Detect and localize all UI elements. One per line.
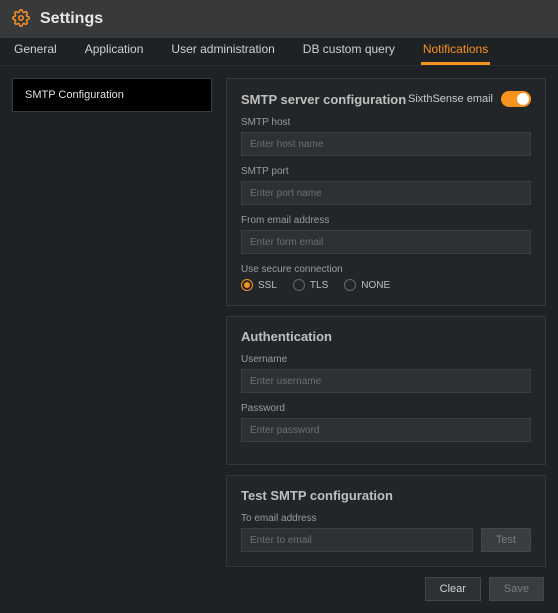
clear-button[interactable]: Clear (425, 577, 481, 601)
smtp-port-label: SMTP port (241, 166, 531, 177)
titlebar: Settings (0, 0, 558, 38)
main: SMTP Configuration SMTP server configura… (0, 66, 558, 613)
sixthsense-email-toggle-wrap: SixthSense email (408, 91, 531, 107)
radio-none[interactable]: NONE (344, 279, 390, 291)
panel-title-smtp: SMTP server configuration (241, 92, 406, 107)
save-button[interactable]: Save (489, 577, 544, 601)
radio-none-label: NONE (361, 280, 390, 291)
radio-dot-icon (241, 279, 253, 291)
smtp-port-input[interactable] (241, 181, 531, 205)
username-input[interactable] (241, 369, 531, 393)
tab-general[interactable]: General (12, 42, 59, 65)
from-email-input[interactable] (241, 230, 531, 254)
panel-authentication: Authentication Username Password (226, 316, 546, 465)
radio-dot-icon (293, 279, 305, 291)
sidebar-item-smtp-configuration[interactable]: SMTP Configuration (12, 78, 212, 112)
test-button[interactable]: Test (481, 528, 531, 552)
tabs: General Application User administration … (0, 38, 558, 66)
sixthsense-email-toggle[interactable] (501, 91, 531, 107)
username-label: Username (241, 354, 531, 365)
radio-ssl[interactable]: SSL (241, 279, 277, 291)
secure-connection-label: Use secure connection (241, 264, 531, 275)
smtp-host-label: SMTP host (241, 117, 531, 128)
footer-buttons: Clear Save (226, 577, 546, 601)
content: SMTP server configuration SixthSense ema… (226, 78, 546, 601)
secure-connection-options: SSL TLS NONE (241, 279, 531, 291)
radio-tls-label: TLS (310, 280, 328, 291)
tab-db-custom-query[interactable]: DB custom query (301, 42, 397, 65)
page-title: Settings (40, 10, 103, 28)
password-input[interactable] (241, 418, 531, 442)
tab-notifications[interactable]: Notifications (421, 42, 490, 65)
gear-icon (12, 9, 30, 30)
radio-dot-icon (344, 279, 356, 291)
from-email-label: From email address (241, 215, 531, 226)
to-email-input[interactable] (241, 528, 473, 552)
to-email-label: To email address (241, 513, 531, 524)
tab-user-administration[interactable]: User administration (169, 42, 276, 65)
panel-test-smtp: Test SMTP configuration To email address… (226, 475, 546, 567)
tab-application[interactable]: Application (83, 42, 146, 65)
panel-smtp-server: SMTP server configuration SixthSense ema… (226, 78, 546, 306)
panel-title-auth: Authentication (241, 329, 531, 344)
smtp-host-input[interactable] (241, 132, 531, 156)
radio-tls[interactable]: TLS (293, 279, 328, 291)
sidebar: SMTP Configuration (12, 78, 212, 601)
sixthsense-email-label: SixthSense email (408, 93, 493, 105)
password-label: Password (241, 403, 531, 414)
radio-ssl-label: SSL (258, 280, 277, 291)
panel-title-test: Test SMTP configuration (241, 488, 531, 503)
